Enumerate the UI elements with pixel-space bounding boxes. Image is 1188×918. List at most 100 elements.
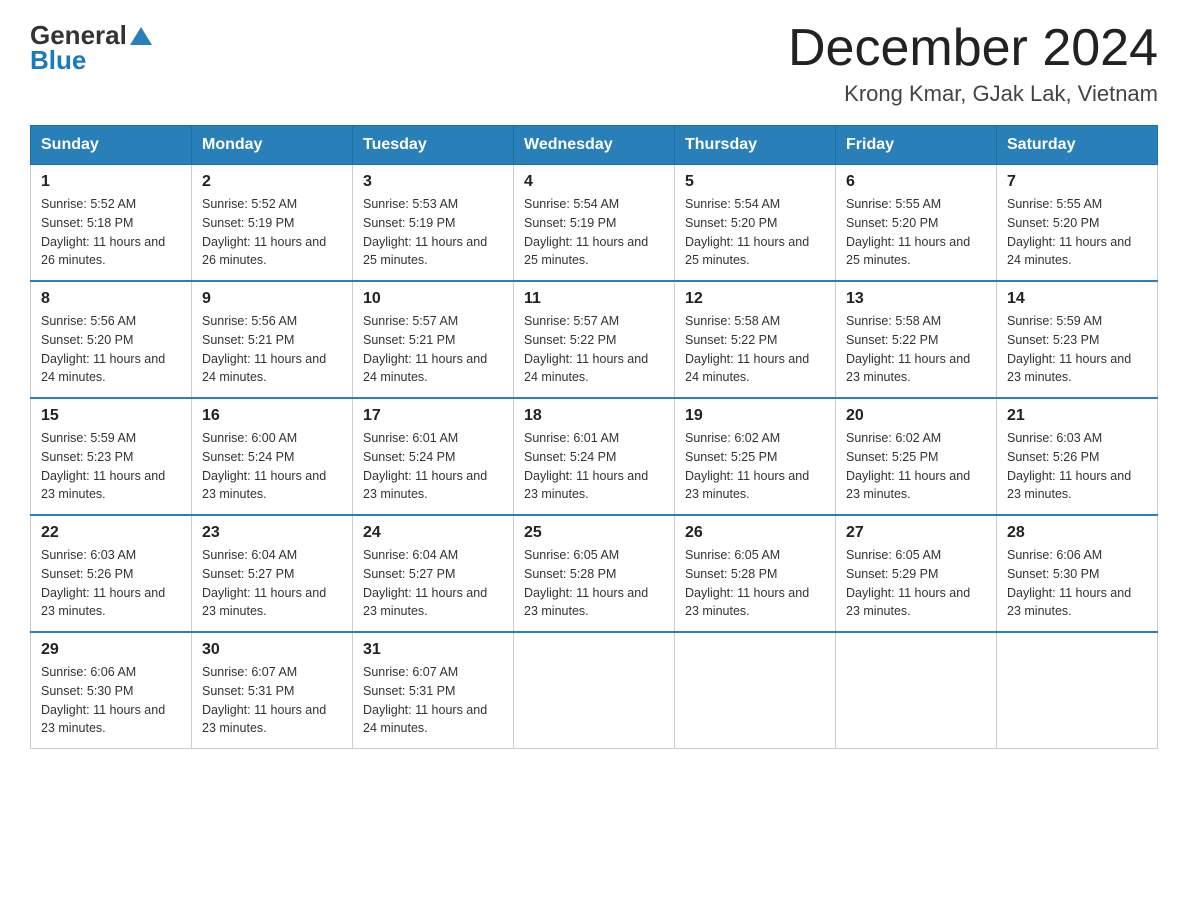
calendar-day-cell: 13 Sunrise: 5:58 AMSunset: 5:22 PMDaylig… xyxy=(836,281,997,398)
day-info: Sunrise: 5:55 AMSunset: 5:20 PMDaylight:… xyxy=(1007,197,1131,267)
calendar-day-cell: 15 Sunrise: 5:59 AMSunset: 5:23 PMDaylig… xyxy=(31,398,192,515)
calendar-day-cell: 8 Sunrise: 5:56 AMSunset: 5:20 PMDayligh… xyxy=(31,281,192,398)
day-number: 3 xyxy=(363,173,503,191)
day-info: Sunrise: 6:06 AMSunset: 5:30 PMDaylight:… xyxy=(41,665,165,735)
calendar-day-cell: 24 Sunrise: 6:04 AMSunset: 5:27 PMDaylig… xyxy=(353,515,514,632)
calendar-day-cell: 17 Sunrise: 6:01 AMSunset: 5:24 PMDaylig… xyxy=(353,398,514,515)
calendar-day-cell: 16 Sunrise: 6:00 AMSunset: 5:24 PMDaylig… xyxy=(192,398,353,515)
calendar-day-cell xyxy=(997,632,1158,749)
calendar-day-cell xyxy=(675,632,836,749)
calendar-day-cell: 10 Sunrise: 5:57 AMSunset: 5:21 PMDaylig… xyxy=(353,281,514,398)
day-info: Sunrise: 5:59 AMSunset: 5:23 PMDaylight:… xyxy=(41,431,165,501)
calendar-day-cell: 25 Sunrise: 6:05 AMSunset: 5:28 PMDaylig… xyxy=(514,515,675,632)
day-info: Sunrise: 5:53 AMSunset: 5:19 PMDaylight:… xyxy=(363,197,487,267)
day-info: Sunrise: 6:05 AMSunset: 5:28 PMDaylight:… xyxy=(524,548,648,618)
day-number: 13 xyxy=(846,290,986,308)
day-info: Sunrise: 6:03 AMSunset: 5:26 PMDaylight:… xyxy=(41,548,165,618)
day-number: 12 xyxy=(685,290,825,308)
calendar-day-cell: 21 Sunrise: 6:03 AMSunset: 5:26 PMDaylig… xyxy=(997,398,1158,515)
day-info: Sunrise: 5:52 AMSunset: 5:19 PMDaylight:… xyxy=(202,197,326,267)
calendar-day-cell: 23 Sunrise: 6:04 AMSunset: 5:27 PMDaylig… xyxy=(192,515,353,632)
col-wednesday: Wednesday xyxy=(514,126,675,165)
day-number: 19 xyxy=(685,407,825,425)
day-number: 25 xyxy=(524,524,664,542)
day-number: 24 xyxy=(363,524,503,542)
calendar-day-cell: 29 Sunrise: 6:06 AMSunset: 5:30 PMDaylig… xyxy=(31,632,192,749)
day-number: 9 xyxy=(202,290,342,308)
day-number: 26 xyxy=(685,524,825,542)
calendar-day-cell: 18 Sunrise: 6:01 AMSunset: 5:24 PMDaylig… xyxy=(514,398,675,515)
calendar-day-cell: 22 Sunrise: 6:03 AMSunset: 5:26 PMDaylig… xyxy=(31,515,192,632)
day-number: 14 xyxy=(1007,290,1147,308)
day-number: 7 xyxy=(1007,173,1147,191)
calendar-day-cell: 12 Sunrise: 5:58 AMSunset: 5:22 PMDaylig… xyxy=(675,281,836,398)
calendar-day-cell: 3 Sunrise: 5:53 AMSunset: 5:19 PMDayligh… xyxy=(353,165,514,282)
day-info: Sunrise: 6:05 AMSunset: 5:28 PMDaylight:… xyxy=(685,548,809,618)
page-header: General Blue December 2024 Krong Kmar, G… xyxy=(30,20,1158,107)
day-number: 27 xyxy=(846,524,986,542)
day-info: Sunrise: 5:59 AMSunset: 5:23 PMDaylight:… xyxy=(1007,314,1131,384)
day-info: Sunrise: 6:04 AMSunset: 5:27 PMDaylight:… xyxy=(202,548,326,618)
calendar-day-cell: 30 Sunrise: 6:07 AMSunset: 5:31 PMDaylig… xyxy=(192,632,353,749)
day-number: 8 xyxy=(41,290,181,308)
calendar-day-cell xyxy=(514,632,675,749)
logo: General Blue xyxy=(30,20,152,76)
calendar-day-cell: 2 Sunrise: 5:52 AMSunset: 5:19 PMDayligh… xyxy=(192,165,353,282)
day-info: Sunrise: 6:03 AMSunset: 5:26 PMDaylight:… xyxy=(1007,431,1131,501)
day-info: Sunrise: 6:01 AMSunset: 5:24 PMDaylight:… xyxy=(363,431,487,501)
day-number: 10 xyxy=(363,290,503,308)
calendar-week-row: 1 Sunrise: 5:52 AMSunset: 5:18 PMDayligh… xyxy=(31,165,1158,282)
day-number: 28 xyxy=(1007,524,1147,542)
col-tuesday: Tuesday xyxy=(353,126,514,165)
day-number: 22 xyxy=(41,524,181,542)
day-info: Sunrise: 5:56 AMSunset: 5:21 PMDaylight:… xyxy=(202,314,326,384)
calendar-day-cell: 5 Sunrise: 5:54 AMSunset: 5:20 PMDayligh… xyxy=(675,165,836,282)
day-number: 6 xyxy=(846,173,986,191)
col-friday: Friday xyxy=(836,126,997,165)
day-number: 21 xyxy=(1007,407,1147,425)
month-title: December 2024 xyxy=(788,20,1158,77)
calendar-day-cell: 31 Sunrise: 6:07 AMSunset: 5:31 PMDaylig… xyxy=(353,632,514,749)
day-info: Sunrise: 6:06 AMSunset: 5:30 PMDaylight:… xyxy=(1007,548,1131,618)
calendar-day-cell: 1 Sunrise: 5:52 AMSunset: 5:18 PMDayligh… xyxy=(31,165,192,282)
day-info: Sunrise: 6:07 AMSunset: 5:31 PMDaylight:… xyxy=(202,665,326,735)
day-info: Sunrise: 6:07 AMSunset: 5:31 PMDaylight:… xyxy=(363,665,487,735)
calendar-week-row: 15 Sunrise: 5:59 AMSunset: 5:23 PMDaylig… xyxy=(31,398,1158,515)
day-number: 15 xyxy=(41,407,181,425)
calendar-day-cell: 6 Sunrise: 5:55 AMSunset: 5:20 PMDayligh… xyxy=(836,165,997,282)
calendar-day-cell: 11 Sunrise: 5:57 AMSunset: 5:22 PMDaylig… xyxy=(514,281,675,398)
day-number: 16 xyxy=(202,407,342,425)
calendar-day-cell xyxy=(836,632,997,749)
logo-triangle-icon xyxy=(130,25,152,47)
calendar-day-cell: 7 Sunrise: 5:55 AMSunset: 5:20 PMDayligh… xyxy=(997,165,1158,282)
calendar-day-cell: 28 Sunrise: 6:06 AMSunset: 5:30 PMDaylig… xyxy=(997,515,1158,632)
col-saturday: Saturday xyxy=(997,126,1158,165)
day-info: Sunrise: 5:57 AMSunset: 5:22 PMDaylight:… xyxy=(524,314,648,384)
day-number: 5 xyxy=(685,173,825,191)
day-info: Sunrise: 6:02 AMSunset: 5:25 PMDaylight:… xyxy=(846,431,970,501)
day-number: 1 xyxy=(41,173,181,191)
calendar-day-cell: 9 Sunrise: 5:56 AMSunset: 5:21 PMDayligh… xyxy=(192,281,353,398)
calendar-day-cell: 20 Sunrise: 6:02 AMSunset: 5:25 PMDaylig… xyxy=(836,398,997,515)
day-info: Sunrise: 5:56 AMSunset: 5:20 PMDaylight:… xyxy=(41,314,165,384)
col-thursday: Thursday xyxy=(675,126,836,165)
col-sunday: Sunday xyxy=(31,126,192,165)
calendar-week-row: 29 Sunrise: 6:06 AMSunset: 5:30 PMDaylig… xyxy=(31,632,1158,749)
day-number: 29 xyxy=(41,641,181,659)
day-info: Sunrise: 6:02 AMSunset: 5:25 PMDaylight:… xyxy=(685,431,809,501)
day-number: 30 xyxy=(202,641,342,659)
day-number: 20 xyxy=(846,407,986,425)
day-number: 17 xyxy=(363,407,503,425)
day-info: Sunrise: 5:54 AMSunset: 5:19 PMDaylight:… xyxy=(524,197,648,267)
day-info: Sunrise: 5:57 AMSunset: 5:21 PMDaylight:… xyxy=(363,314,487,384)
day-info: Sunrise: 5:52 AMSunset: 5:18 PMDaylight:… xyxy=(41,197,165,267)
calendar-week-row: 8 Sunrise: 5:56 AMSunset: 5:20 PMDayligh… xyxy=(31,281,1158,398)
day-info: Sunrise: 5:54 AMSunset: 5:20 PMDaylight:… xyxy=(685,197,809,267)
calendar-day-cell: 4 Sunrise: 5:54 AMSunset: 5:19 PMDayligh… xyxy=(514,165,675,282)
day-number: 4 xyxy=(524,173,664,191)
calendar-day-cell: 14 Sunrise: 5:59 AMSunset: 5:23 PMDaylig… xyxy=(997,281,1158,398)
calendar-week-row: 22 Sunrise: 6:03 AMSunset: 5:26 PMDaylig… xyxy=(31,515,1158,632)
title-block: December 2024 Krong Kmar, GJak Lak, Viet… xyxy=(788,20,1158,107)
calendar-day-cell: 26 Sunrise: 6:05 AMSunset: 5:28 PMDaylig… xyxy=(675,515,836,632)
day-info: Sunrise: 6:05 AMSunset: 5:29 PMDaylight:… xyxy=(846,548,970,618)
